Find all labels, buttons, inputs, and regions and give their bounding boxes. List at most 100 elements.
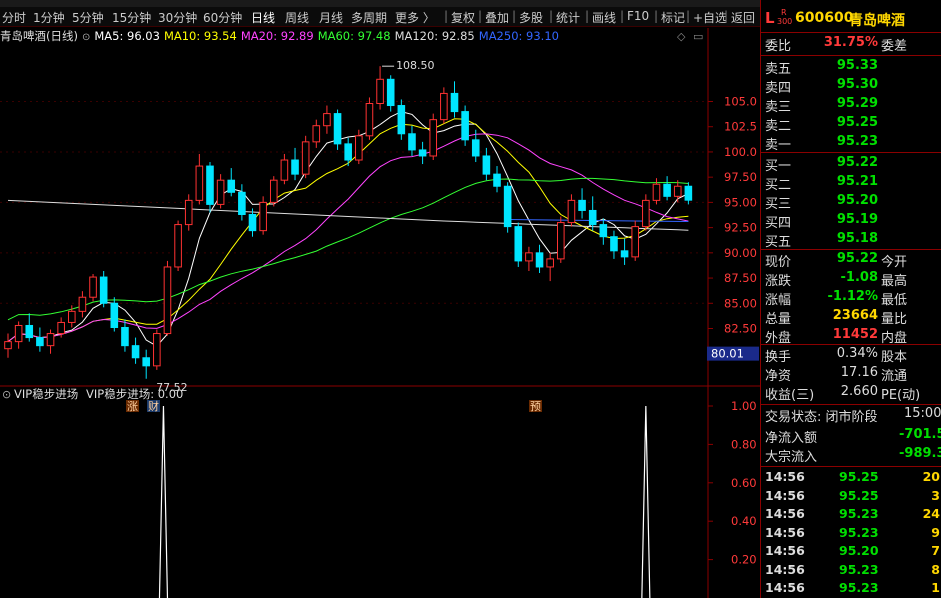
tick-time: 14:56	[765, 580, 805, 595]
candle-body	[36, 337, 44, 347]
toolbar-action-5[interactable]: F10	[627, 9, 649, 23]
marker-forecast[interactable]: 预	[530, 400, 541, 413]
period-tab-0[interactable]: 分时	[2, 9, 26, 26]
candle-body	[620, 250, 629, 258]
toolbar-action-0[interactable]: 复权	[451, 9, 475, 26]
candle-body	[291, 159, 299, 175]
candle-body	[142, 357, 150, 367]
tick-row: 14:56 95.20 7	[761, 543, 941, 561]
tick-time: 14:56	[765, 469, 805, 484]
period-tab-3[interactable]: 15分钟	[112, 9, 151, 26]
candle-body	[184, 199, 193, 226]
period-tab-9[interactable]: 多周期	[351, 9, 387, 26]
weicha-label: 委差	[881, 39, 908, 54]
buy-row[interactable]: 买三 95.20	[761, 193, 941, 213]
quote-value: 95.22	[836, 251, 878, 266]
net-inflow-label: 净流入额	[765, 431, 818, 446]
period-tab-8[interactable]: 月线	[319, 9, 343, 26]
candle-body	[333, 113, 342, 145]
diamond-icon[interactable]: ◇	[677, 30, 686, 43]
tick-row: 14:56 95.23 8	[761, 562, 941, 580]
period-tab-6[interactable]: 日线	[251, 9, 275, 26]
marker-finance[interactable]: 财	[148, 399, 159, 413]
indicator-axis-label: 0.40	[731, 514, 757, 528]
toolbar-action-1[interactable]: 叠加	[485, 9, 509, 26]
hs300-badge: 300	[777, 17, 793, 26]
period-tab-5[interactable]: 60分钟	[203, 9, 242, 26]
toolbar-action-6[interactable]: 标记	[661, 9, 685, 26]
price-axis-label: 85.00	[724, 296, 757, 310]
buy-row[interactable]: 买二 95.21	[761, 174, 941, 194]
candle-body	[450, 92, 459, 113]
block-inflow-label: 大宗流入	[765, 450, 818, 465]
buy-price: 95.19	[836, 212, 878, 227]
period-tab-4[interactable]: 30分钟	[158, 9, 197, 26]
current-price-text: 80.01	[711, 347, 744, 361]
buy-price: 95.20	[836, 193, 878, 208]
candle-body	[131, 345, 140, 359]
stock-code: 600600	[795, 10, 854, 26]
marker-rise[interactable]: 涨	[127, 400, 138, 413]
buy-price: 95.22	[836, 155, 878, 170]
stock-header: L R 300 600600 青岛啤酒	[761, 8, 941, 32]
toolbar-action-2[interactable]: 多股	[519, 9, 543, 26]
buy-label: 买一	[765, 159, 792, 174]
candle-body	[89, 276, 97, 298]
toolbar-action-7[interactable]: +自选	[693, 9, 727, 26]
period-tab-2[interactable]: 5分钟	[72, 9, 104, 26]
ma120-line	[7, 199, 689, 231]
stats-label-2: 流通	[881, 369, 908, 384]
sell-row[interactable]: 卖三 95.29	[761, 96, 941, 116]
period-tab-10[interactable]: 更多 〉	[395, 9, 435, 26]
tick-time: 14:56	[765, 543, 805, 558]
candle-body	[153, 333, 161, 367]
tick-time: 14:56	[765, 506, 805, 521]
trade-status-time: 15:00	[904, 406, 941, 421]
quote-row: 涨幅 -1.12% 最低	[761, 289, 941, 309]
indicator-axis-label: 0.20	[731, 553, 757, 567]
chart-area[interactable]: 青岛啤酒(日线) ⊙ MA5: 96.03 MA10: 93.54 MA20: 92.8…	[0, 28, 760, 598]
candle-body	[174, 224, 182, 268]
quote-row: 总量 23664 量比	[761, 308, 941, 328]
candle-body	[471, 139, 480, 157]
tick-time: 14:56	[765, 561, 805, 577]
buy-row[interactable]: 买一 95.22	[761, 155, 941, 175]
quote-panel: L R 300 600600 青岛啤酒 委比 31.75% 委差 卖五 95.33…	[760, 0, 941, 598]
candle-body	[57, 321, 65, 335]
buy-row[interactable]: 买五 95.18	[761, 231, 941, 251]
candle-body	[312, 125, 321, 143]
toolbar-action-8[interactable]: 返回	[731, 9, 755, 26]
buy-row[interactable]: 买四 95.19	[761, 212, 941, 232]
sell-row[interactable]: 卖一 95.23	[761, 134, 941, 154]
sell-label: 卖三	[765, 100, 792, 115]
buy-price: 95.21	[836, 174, 878, 189]
indicator-signal	[641, 405, 651, 598]
sell-row[interactable]: 卖五 95.33	[761, 58, 941, 78]
price-axis-label: 100.0	[724, 145, 757, 159]
sell-row[interactable]: 卖二 95.25	[761, 115, 941, 135]
quote-label: 总量	[765, 312, 792, 327]
grid-icon[interactable]: ▭	[693, 30, 703, 43]
candle-body	[461, 111, 469, 141]
toolbar-action-4[interactable]: 画线	[592, 9, 616, 26]
candle-body	[323, 113, 331, 127]
toolbar-separator: |	[724, 9, 729, 23]
indicator-axis-label: 1.00	[731, 399, 757, 413]
quote-label: 现价	[765, 255, 792, 270]
kline-chart[interactable]: 105.0 102.5 100.0 97.50 95.00 92.50 90.00 87.50…	[0, 28, 760, 598]
webi-label: 委比	[765, 39, 792, 54]
quote-label: 涨跌	[765, 274, 792, 289]
candle-body	[259, 201, 267, 232]
tick-price: 95.23	[839, 506, 879, 521]
period-tab-1[interactable]: 1分钟	[33, 9, 65, 26]
candle-body	[238, 191, 246, 215]
indicator-collapse-icon[interactable]: ⊙	[2, 388, 11, 401]
indicator-title: VIP稳步进场	[14, 387, 78, 401]
candle-body	[248, 213, 257, 232]
candle-body	[121, 326, 129, 347]
toolbar-action-3[interactable]: 统计	[556, 9, 580, 26]
candle-body	[599, 224, 608, 238]
tick-row: 14:56 95.25 3	[761, 488, 941, 506]
sell-row[interactable]: 卖四 95.30	[761, 77, 941, 97]
period-tab-7[interactable]: 周线	[285, 9, 309, 26]
